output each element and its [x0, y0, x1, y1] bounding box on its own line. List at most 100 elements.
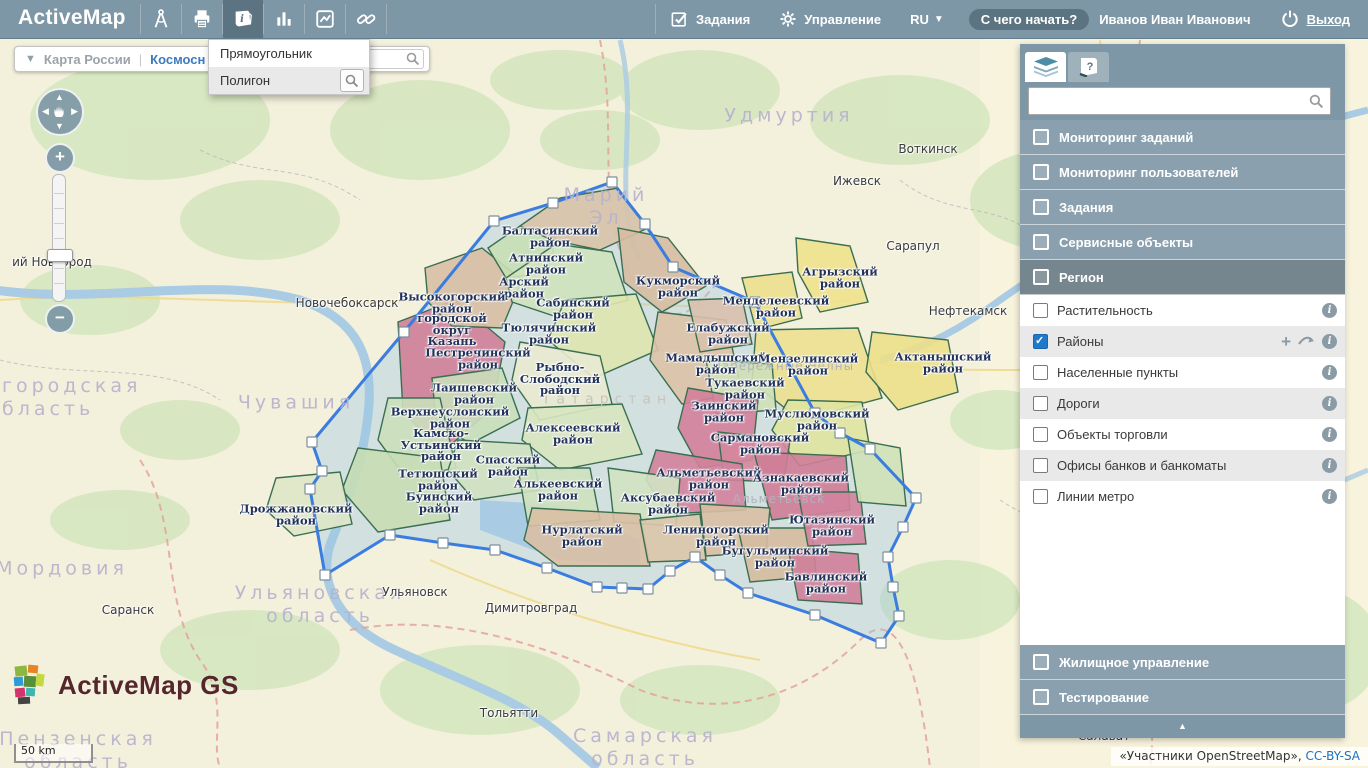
layer-checkbox[interactable]	[1033, 396, 1048, 411]
chevron-down-icon[interactable]: ▼	[25, 53, 36, 65]
polygon-vertex-handle[interactable]	[317, 466, 327, 476]
polygon-vertex-handle[interactable]	[617, 583, 627, 593]
getting-started-button[interactable]: С чего начать?	[969, 9, 1089, 30]
polygon-vertex-handle[interactable]	[592, 582, 602, 592]
group-checkbox[interactable]	[1033, 269, 1049, 285]
layer-row[interactable]: Линии метроi	[1020, 481, 1345, 512]
edit-arrow-icon[interactable]	[1298, 334, 1315, 349]
group-checkbox[interactable]	[1033, 129, 1049, 145]
pan-control[interactable]: ▲ ▼ ◀ ▶	[36, 88, 84, 136]
layer-info-icon[interactable]: i	[1322, 303, 1337, 318]
layer-group-row[interactable]: Мониторинг пользователей	[1020, 155, 1345, 190]
layer-row[interactable]: Районы+i	[1020, 326, 1345, 357]
group-checkbox[interactable]	[1033, 654, 1049, 670]
layer-group-region[interactable]: Регион	[1020, 260, 1345, 295]
polygon-vertex-handle[interactable]	[865, 444, 875, 454]
polygon-vertex-handle[interactable]	[835, 428, 845, 438]
polygon-vertex-handle[interactable]	[490, 545, 500, 555]
polygon-vertex-handle[interactable]	[385, 530, 395, 540]
layer-info-icon[interactable]: i	[1322, 365, 1337, 380]
polygon-vertex-handle[interactable]	[640, 219, 650, 229]
logout-button[interactable]: Выход	[1266, 0, 1368, 38]
polygon-search-button[interactable]	[340, 69, 364, 92]
brand-logo[interactable]: ActiveMap	[0, 0, 140, 38]
layer-row[interactable]: Населенные пунктыi	[1020, 357, 1345, 388]
group-checkbox[interactable]	[1033, 234, 1049, 250]
polygon-vertex-handle[interactable]	[894, 611, 904, 621]
layer-row[interactable]: Растительностьi	[1020, 295, 1345, 326]
layer-row[interactable]: Объекты торговлиi	[1020, 419, 1345, 450]
menu-item-polygon[interactable]: Полигон	[209, 67, 369, 94]
management-button[interactable]: Управление	[765, 0, 895, 38]
layer-checkbox[interactable]	[1033, 365, 1048, 380]
layer-checkbox[interactable]	[1033, 303, 1048, 318]
polygon-vertex-handle[interactable]	[665, 566, 675, 576]
layer-checkbox[interactable]	[1033, 489, 1048, 504]
polygon-vertex-handle[interactable]	[810, 408, 820, 418]
layer-search-box[interactable]	[1028, 87, 1331, 115]
zoom-slider[interactable]	[52, 174, 66, 302]
polygon-vertex-handle[interactable]	[548, 198, 558, 208]
layer-info-icon[interactable]: i	[1322, 458, 1337, 473]
polygon-vertex-handle[interactable]	[643, 584, 653, 594]
layer-info-icon[interactable]: i	[1322, 396, 1337, 411]
layer-checkbox[interactable]	[1033, 458, 1048, 473]
menu-item-rectangle[interactable]: Прямоугольник	[209, 40, 369, 67]
layer-group-row[interactable]: Сервисные объекты	[1020, 225, 1345, 260]
pan-left-icon[interactable]: ◀	[42, 107, 49, 116]
tasks-button[interactable]: Задания	[656, 0, 764, 38]
polygon-vertex-handle[interactable]	[898, 522, 908, 532]
pan-down-icon[interactable]: ▼	[55, 122, 64, 131]
zoom-in-button[interactable]: +	[45, 143, 75, 173]
layer-info-icon[interactable]: i	[1322, 427, 1337, 442]
statistics-button[interactable]	[264, 0, 304, 38]
layer-checkbox[interactable]	[1033, 334, 1048, 349]
language-selector[interactable]: RU ▼	[896, 0, 958, 38]
layer-group-row[interactable]: Мониторинг заданий	[1020, 120, 1345, 155]
polygon-vertex-handle[interactable]	[750, 297, 760, 307]
layer-search-input[interactable]	[1029, 90, 1309, 112]
layer-checkbox[interactable]	[1033, 427, 1048, 442]
basemap-option-satellite[interactable]: Космосн	[150, 52, 205, 67]
print-button[interactable]	[182, 0, 222, 38]
pan-right-icon[interactable]: ▶	[71, 107, 78, 116]
basemap-option-russia[interactable]: Карта России	[44, 52, 131, 67]
polygon-vertex-handle[interactable]	[876, 638, 886, 648]
polygon-vertex-handle[interactable]	[305, 484, 315, 494]
polygon-vertex-handle[interactable]	[542, 563, 552, 573]
group-checkbox[interactable]	[1033, 689, 1049, 705]
polygon-vertex-handle[interactable]	[810, 610, 820, 620]
sidebar-collapse-button[interactable]: ▲	[1020, 715, 1345, 738]
pan-up-icon[interactable]: ▲	[55, 93, 64, 102]
layer-info-icon[interactable]: i	[1322, 334, 1337, 349]
layer-group-row[interactable]: Жилищное управление	[1020, 645, 1345, 680]
layer-group-row[interactable]: Задания	[1020, 190, 1345, 225]
layer-row[interactable]: Дорогиi	[1020, 388, 1345, 419]
polygon-vertex-handle[interactable]	[715, 570, 725, 580]
polygon-vertex-handle[interactable]	[607, 177, 617, 187]
polygon-vertex-handle[interactable]	[438, 538, 448, 548]
polygon-vertex-handle[interactable]	[320, 570, 330, 580]
group-checkbox[interactable]	[1033, 164, 1049, 180]
polygon-vertex-handle[interactable]	[888, 582, 898, 592]
polygon-vertex-handle[interactable]	[399, 327, 409, 337]
layer-info-icon[interactable]: i	[1322, 489, 1337, 504]
polygon-vertex-handle[interactable]	[883, 552, 893, 562]
share-link-button[interactable]	[346, 0, 386, 38]
tab-layers[interactable]	[1025, 52, 1066, 82]
polygon-vertex-handle[interactable]	[307, 437, 317, 447]
zoom-out-button[interactable]: −	[45, 304, 75, 334]
layer-group-row[interactable]: Тестирование	[1020, 680, 1345, 715]
polygon-vertex-handle[interactable]	[668, 262, 678, 272]
info-tool-button[interactable]: i	[223, 0, 263, 38]
layer-row[interactable]: Офисы банков и банкоматыi	[1020, 450, 1345, 481]
polygon-vertex-handle[interactable]	[690, 552, 700, 562]
tab-help[interactable]: ?	[1068, 52, 1109, 82]
measure-tool-button[interactable]	[141, 0, 181, 38]
reports-button[interactable]	[305, 0, 345, 38]
group-checkbox[interactable]	[1033, 199, 1049, 215]
zoom-slider-handle[interactable]	[47, 249, 73, 262]
polygon-vertex-handle[interactable]	[743, 588, 753, 598]
polygon-vertex-handle[interactable]	[489, 216, 499, 226]
polygon-vertex-handle[interactable]	[911, 493, 921, 503]
